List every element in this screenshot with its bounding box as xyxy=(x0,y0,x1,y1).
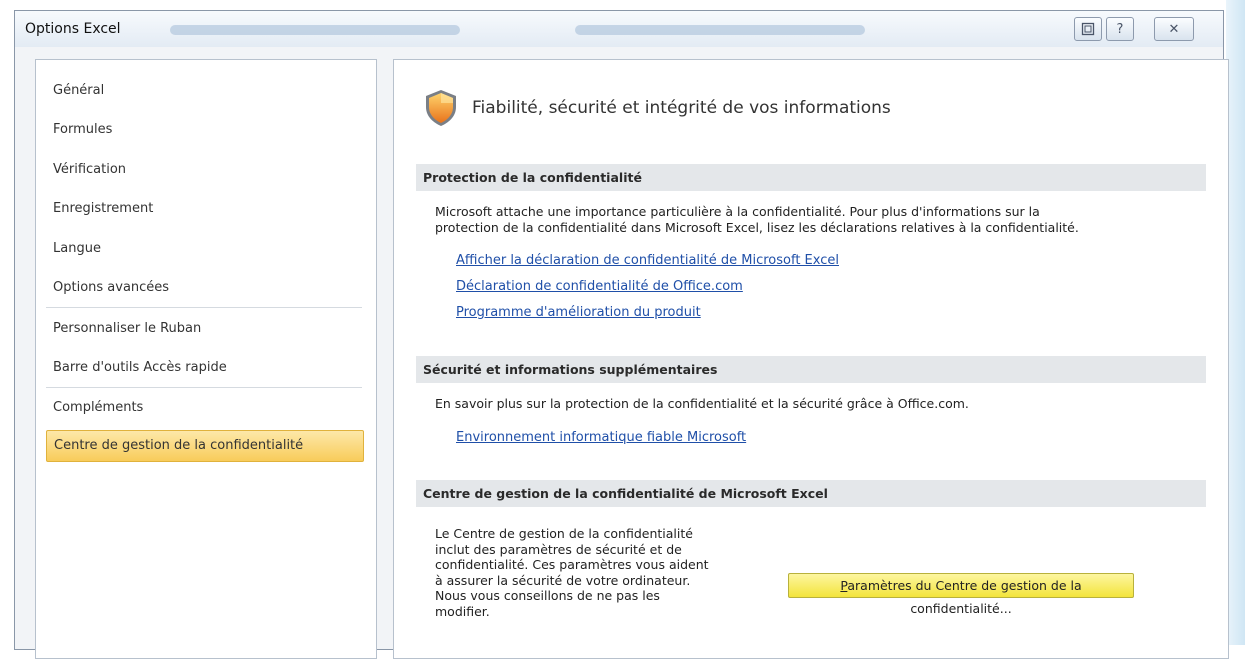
window-title: Options Excel xyxy=(25,21,121,37)
restore-icon xyxy=(1081,22,1095,36)
trust-desc-line: confidentialité. Ces paramètres vous aid… xyxy=(435,557,709,572)
nav-item-save[interactable]: Enregistrement xyxy=(46,194,364,224)
restore-button[interactable] xyxy=(1074,17,1102,41)
nav-item-quick-access-toolbar[interactable]: Barre d'outils Accès rapide xyxy=(46,353,364,383)
nav-item-advanced[interactable]: Options avancées xyxy=(46,273,364,303)
privacy-text-line2: protection de la confidentialité dans Mi… xyxy=(435,220,1079,235)
help-button[interactable]: ? xyxy=(1106,17,1134,41)
button-label: aramètres du Centre de gestion de la con… xyxy=(847,578,1082,616)
trustworthy-computing-link[interactable]: Environnement informatique fiable Micros… xyxy=(456,430,746,445)
nav-item-proofing[interactable]: Vérification xyxy=(46,155,364,185)
security-section-header: Sécurité et informations supplémentaires xyxy=(416,356,1206,383)
trust-desc-line: à assurer la sécurité de votre ordinateu… xyxy=(435,572,691,588)
trust-center-settings-button[interactable]: Paramètres du Centre de gestion de la co… xyxy=(788,573,1134,616)
trust-center-section-header: Centre de gestion de la confidentialité … xyxy=(416,480,1206,507)
office-com-privacy-link[interactable]: Déclaration de confidentialité de Office… xyxy=(456,279,743,294)
page-header: Fiabilité, sécurité et intégrité de vos … xyxy=(424,88,891,128)
nav-item-general[interactable]: Général xyxy=(46,76,364,106)
nav-separator xyxy=(46,307,362,308)
nav-item-language[interactable]: Langue xyxy=(46,234,364,264)
nav-item-formulas[interactable]: Formules xyxy=(46,115,364,145)
shield-icon xyxy=(426,90,456,126)
close-icon: ✕ xyxy=(1168,21,1180,37)
trust-desc-line: modifier. xyxy=(435,603,490,619)
customer-improvement-program-link[interactable]: Programme d'amélioration du produit xyxy=(456,305,701,320)
privacy-section-header: Protection de la confidentialité xyxy=(416,164,1206,191)
nav-separator xyxy=(46,387,362,388)
title-bar[interactable]: Options Excel ? ✕ xyxy=(15,11,1223,47)
trust-center-description: Le Centre de gestion de la confidentiali… xyxy=(435,526,775,619)
settings-panel: Fiabilité, sécurité et intégrité de vos … xyxy=(393,59,1229,659)
nav-item-addins[interactable]: Compléments xyxy=(46,393,364,423)
close-button[interactable]: ✕ xyxy=(1154,17,1194,41)
nav-item-customize-ribbon[interactable]: Personnaliser le Ruban xyxy=(46,314,364,344)
security-text: En savoir plus sur la protection de la c… xyxy=(435,396,969,411)
trust-desc-line: Nous vous conseillons de ne pas les xyxy=(435,588,660,603)
page-title: Fiabilité, sécurité et intégrité de vos … xyxy=(472,98,891,118)
excel-privacy-statement-link[interactable]: Afficher la déclaration de confidentiali… xyxy=(456,253,839,268)
privacy-text-line1: Microsoft attache une importance particu… xyxy=(435,204,1040,219)
category-nav: Général Formules Vérification Enregistre… xyxy=(35,59,377,659)
help-icon: ? xyxy=(1116,21,1124,37)
trust-desc-line: Le Centre de gestion de la confidentiali… xyxy=(435,526,693,541)
blurred-title-area xyxy=(170,25,460,35)
trust-desc-line: inclut des paramètres de sécurité et de xyxy=(435,541,682,557)
blurred-title-area xyxy=(575,25,865,35)
nav-item-trust-center[interactable]: Centre de gestion de la confidentialité xyxy=(46,430,364,462)
options-dialog: Options Excel ? ✕ Général Formules Vérif… xyxy=(14,10,1229,659)
